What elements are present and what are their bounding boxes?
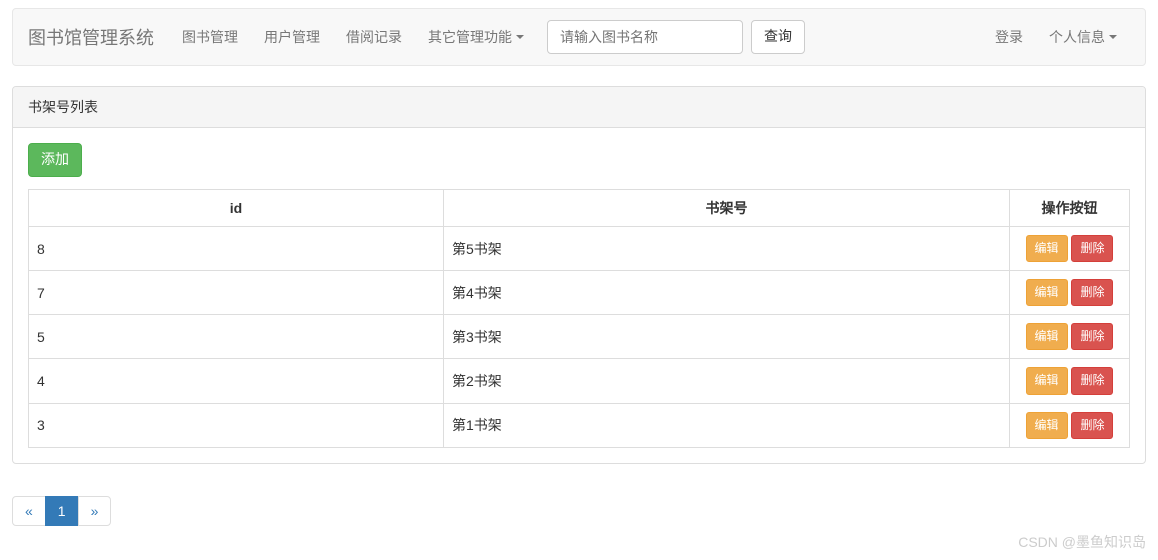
cell-id: 8 bbox=[29, 226, 444, 270]
navbar-search-form: 查询 bbox=[547, 20, 805, 54]
cell-actions: 编辑 删除 bbox=[1010, 271, 1130, 315]
delete-button[interactable]: 删除 bbox=[1071, 235, 1113, 262]
delete-button[interactable]: 删除 bbox=[1071, 412, 1113, 439]
delete-button[interactable]: 删除 bbox=[1071, 367, 1113, 394]
shelf-table: id 书架号 操作按钮 8第5书架编辑 删除7第4书架编辑 删除5第3书架编辑 … bbox=[28, 189, 1130, 448]
pagination-page: 1 bbox=[46, 496, 79, 526]
nav-label: 个人信息 bbox=[1049, 27, 1105, 47]
cell-id: 3 bbox=[29, 403, 444, 447]
nav-label: 其它管理功能 bbox=[428, 27, 512, 47]
shelf-panel: 书架号列表 添加 id 书架号 操作按钮 8第5书架编辑 删除7第4书架编辑 删… bbox=[12, 86, 1146, 464]
pagination-next: » bbox=[79, 496, 112, 526]
navbar-brand[interactable]: 图书馆管理系统 bbox=[28, 9, 169, 65]
table-row: 4第2书架编辑 删除 bbox=[29, 359, 1130, 403]
nav-link-user-manage[interactable]: 用户管理 bbox=[251, 12, 333, 62]
edit-button[interactable]: 编辑 bbox=[1026, 279, 1068, 306]
column-header-shelf: 书架号 bbox=[444, 189, 1010, 226]
pagination: « 1 » bbox=[12, 496, 111, 526]
cell-actions: 编辑 删除 bbox=[1010, 315, 1130, 359]
cell-actions: 编辑 删除 bbox=[1010, 403, 1130, 447]
panel-heading: 书架号列表 bbox=[13, 87, 1145, 128]
watermark: CSDN @墨鱼知识岛 bbox=[1018, 532, 1146, 552]
cell-shelf: 第1书架 bbox=[444, 403, 1010, 447]
nav-items-left: 图书管理 用户管理 借阅记录 其它管理功能 查询 bbox=[169, 12, 982, 62]
nav-label: 借阅记录 bbox=[346, 27, 402, 47]
nav-link-login[interactable]: 登录 bbox=[982, 12, 1036, 62]
navbar: 图书馆管理系统 图书管理 用户管理 借阅记录 其它管理功能 查询 登录 个人信息 bbox=[12, 8, 1146, 66]
column-header-actions: 操作按钮 bbox=[1010, 189, 1130, 226]
edit-button[interactable]: 编辑 bbox=[1026, 367, 1068, 394]
nav-link-profile[interactable]: 个人信息 bbox=[1036, 12, 1130, 62]
table-row: 8第5书架编辑 删除 bbox=[29, 226, 1130, 270]
cell-shelf: 第4书架 bbox=[444, 271, 1010, 315]
column-header-id: id bbox=[29, 189, 444, 226]
search-input[interactable] bbox=[547, 20, 743, 54]
pagination-page-link[interactable]: 1 bbox=[45, 496, 79, 526]
pagination-prev-link[interactable]: « bbox=[12, 496, 46, 526]
chevron-down-icon bbox=[1109, 35, 1117, 39]
table-row: 7第4书架编辑 删除 bbox=[29, 271, 1130, 315]
cell-actions: 编辑 删除 bbox=[1010, 226, 1130, 270]
cell-shelf: 第2书架 bbox=[444, 359, 1010, 403]
nav-label: 登录 bbox=[995, 27, 1023, 47]
delete-button[interactable]: 删除 bbox=[1071, 279, 1113, 306]
nav-label: 用户管理 bbox=[264, 27, 320, 47]
nav-link-book-manage[interactable]: 图书管理 bbox=[169, 12, 251, 62]
add-button[interactable]: 添加 bbox=[28, 143, 82, 177]
edit-button[interactable]: 编辑 bbox=[1026, 323, 1068, 350]
table-row: 5第3书架编辑 删除 bbox=[29, 315, 1130, 359]
edit-button[interactable]: 编辑 bbox=[1026, 235, 1068, 262]
nav-link-borrow-records[interactable]: 借阅记录 bbox=[333, 12, 415, 62]
chevron-down-icon bbox=[516, 35, 524, 39]
cell-shelf: 第3书架 bbox=[444, 315, 1010, 359]
table-row: 3第1书架编辑 删除 bbox=[29, 403, 1130, 447]
search-button[interactable]: 查询 bbox=[751, 20, 805, 54]
pagination-next-link[interactable]: » bbox=[78, 496, 112, 526]
nav-items-right: 登录 个人信息 bbox=[982, 12, 1130, 62]
cell-id: 7 bbox=[29, 271, 444, 315]
delete-button[interactable]: 删除 bbox=[1071, 323, 1113, 350]
cell-id: 5 bbox=[29, 315, 444, 359]
cell-id: 4 bbox=[29, 359, 444, 403]
nav-link-other-manage[interactable]: 其它管理功能 bbox=[415, 12, 537, 62]
cell-actions: 编辑 删除 bbox=[1010, 359, 1130, 403]
table-header-row: id 书架号 操作按钮 bbox=[29, 189, 1130, 226]
panel-body: 添加 id 书架号 操作按钮 8第5书架编辑 删除7第4书架编辑 删除5第3书架… bbox=[13, 128, 1145, 463]
nav-label: 图书管理 bbox=[182, 27, 238, 47]
edit-button[interactable]: 编辑 bbox=[1026, 412, 1068, 439]
cell-shelf: 第5书架 bbox=[444, 226, 1010, 270]
pagination-prev: « bbox=[12, 496, 46, 526]
